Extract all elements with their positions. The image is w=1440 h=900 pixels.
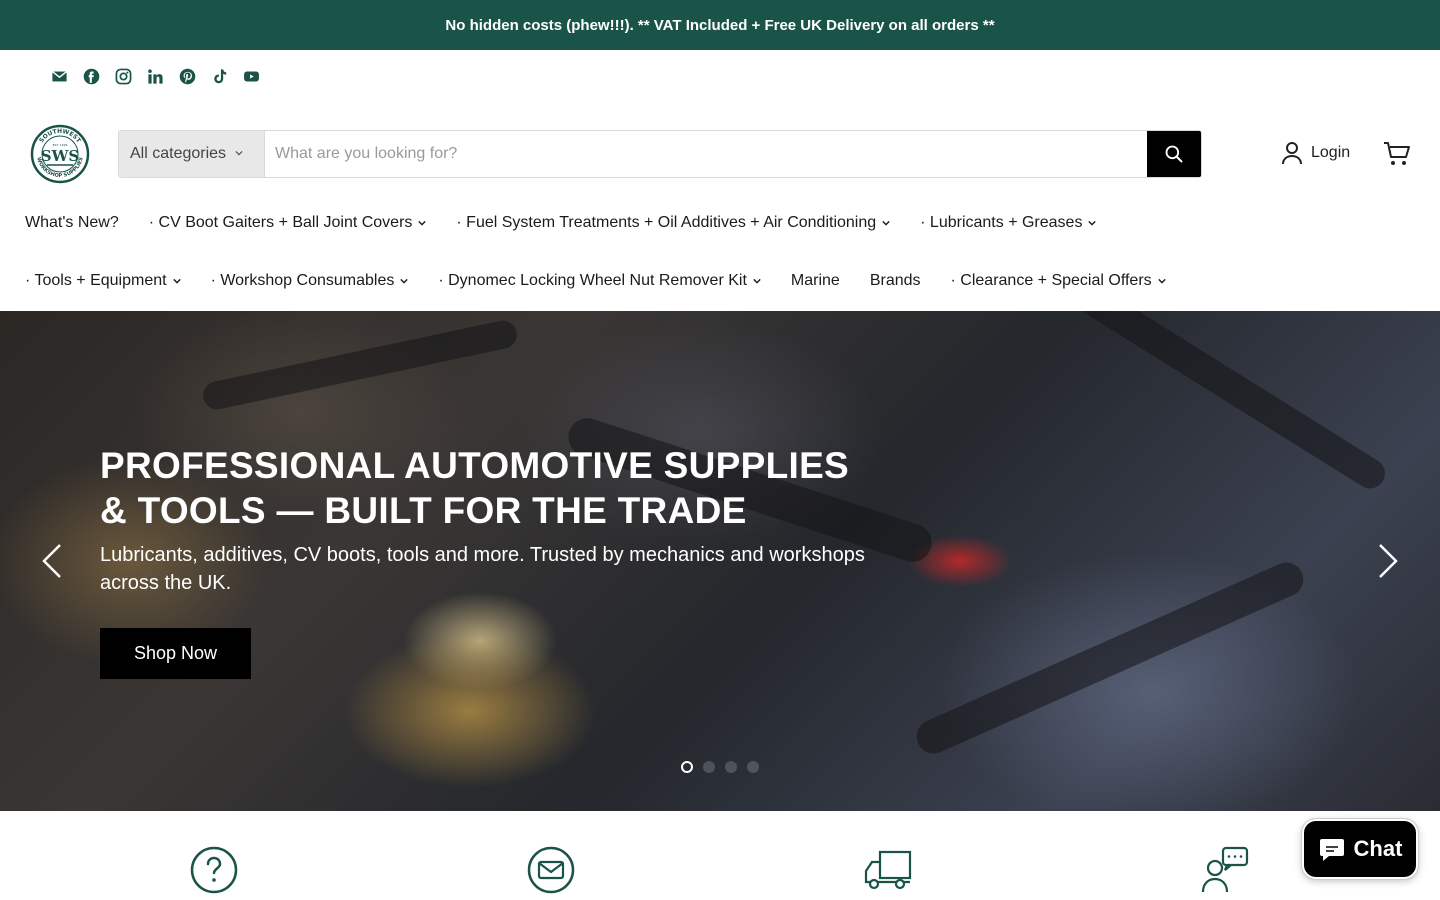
login-link[interactable]: Login [1281,141,1350,165]
youtube-icon[interactable] [242,67,260,85]
announcement-bar: No hidden costs (phew!!!). ** VAT Includ… [0,0,1440,50]
nav-item-label: · Tools + Equipment [25,272,167,289]
chat-bubble-icon [1319,839,1344,861]
main-nav-row-2: · Tools + Equipment · Workshop Consumable… [25,270,1196,292]
nav-item-label: What's New? [25,214,119,231]
support-chat-icon[interactable] [1201,846,1249,894]
nav-item-label: · Clearance + Special Offers [950,272,1152,289]
slide-dot[interactable] [747,761,759,773]
chevron-down-icon [882,219,890,227]
social-links [50,66,260,86]
nav-item-label: · CV Boot Gaiters + Ball Joint Covers [148,214,413,231]
hero-title-line-2: & TOOLS — BUILT FOR THE TRADE [100,490,747,531]
slide-next-button[interactable] [1376,543,1400,579]
site-logo[interactable]: SOUTHWEST WORKSHOP SUPPLIES EST. 1999 SW… [30,124,90,184]
logo-monogram: SWS [41,147,80,165]
chevron-left-icon [42,544,61,578]
chevron-right-icon [1379,544,1398,578]
chevron-down-icon [172,277,181,285]
hero-bg-shape [1069,311,1391,495]
nav-item[interactable]: · Fuel System Treatments + Oil Additives… [456,212,890,234]
hero-title-line-1: PROFESSIONAL AUTOMOTIVE SUPPLIES [100,445,850,486]
instagram-icon[interactable] [114,67,132,85]
search-input[interactable] [265,131,1147,177]
hero-bg-shape [200,318,520,412]
nav-item-label: · Workshop Consumables [210,272,395,289]
chevron-down-icon [1088,219,1097,227]
email-circle-icon[interactable] [527,846,575,894]
chevron-down-icon [1157,277,1166,285]
chat-widget-button[interactable]: Chat [1301,818,1419,880]
hero-title: PROFESSIONAL AUTOMOTIVE SUPPLIES & TOOLS… [100,443,900,533]
nav-item[interactable]: · Tools + Equipment [25,270,181,292]
linkedin-icon[interactable] [146,67,164,85]
nav-item[interactable]: Marine [791,270,840,292]
login-label: Login [1311,144,1351,161]
search-bar: All categories [118,130,1202,178]
delivery-truck-icon[interactable] [864,846,912,894]
cart-icon [1384,142,1410,165]
category-select[interactable]: All categories [119,131,265,177]
chevron-down-icon [418,219,427,227]
nav-item-label: · Lubricants + Greases [920,214,1083,231]
nav-item[interactable]: · Workshop Consumables [211,270,409,292]
slide-dots [681,761,759,773]
nav-item[interactable]: Brands [870,270,921,292]
announcement-text: No hidden costs (phew!!!). ** VAT Includ… [445,16,995,34]
slide-dot[interactable] [725,761,737,773]
facebook-icon[interactable] [82,67,100,85]
nav-item-label: · Dynomec Locking Wheel Nut Remover Kit [438,272,747,289]
search-button[interactable] [1147,131,1201,177]
hero-bg-shape [911,557,1309,759]
slide-dot[interactable] [703,761,715,773]
email-icon[interactable] [50,67,68,85]
slide-prev-button[interactable] [40,543,64,579]
hero-subtitle: Lubricants, additives, CV boots, tools a… [100,544,865,594]
user-icon [1282,142,1302,165]
category-select-label: All categories [130,145,227,162]
shop-now-button[interactable]: Shop Now [100,628,251,679]
search-icon [1165,145,1183,163]
nav-item[interactable]: What's New? [25,212,119,234]
nav-item[interactable]: · CV Boot Gaiters + Ball Joint Covers [149,212,427,234]
nav-item[interactable]: · Dynomec Locking Wheel Nut Remover Kit [438,270,761,292]
tiktok-icon[interactable] [210,67,228,85]
pinterest-icon[interactable] [178,67,196,85]
slide-dot[interactable] [681,761,693,773]
chevron-down-icon [235,149,243,160]
nav-item-label: Brands [869,272,921,289]
nav-item-label: Marine [790,272,840,289]
chevron-down-icon [753,277,761,285]
chevron-down-icon [400,277,409,285]
hero-slideshow: PROFESSIONAL AUTOMOTIVE SUPPLIES & TOOLS… [0,311,1440,811]
question-icon[interactable] [190,846,238,894]
main-nav-row-1: What's New? · CV Boot Gaiters + Ball Join… [25,212,1126,234]
nav-item-label: · Fuel System Treatments + Oil Additives… [456,214,877,231]
chat-label: Chat [1353,836,1403,861]
cart-button[interactable] [1383,140,1411,168]
nav-item[interactable]: · Clearance + Special Offers [951,270,1166,292]
nav-item[interactable]: · Lubricants + Greases [920,212,1097,234]
